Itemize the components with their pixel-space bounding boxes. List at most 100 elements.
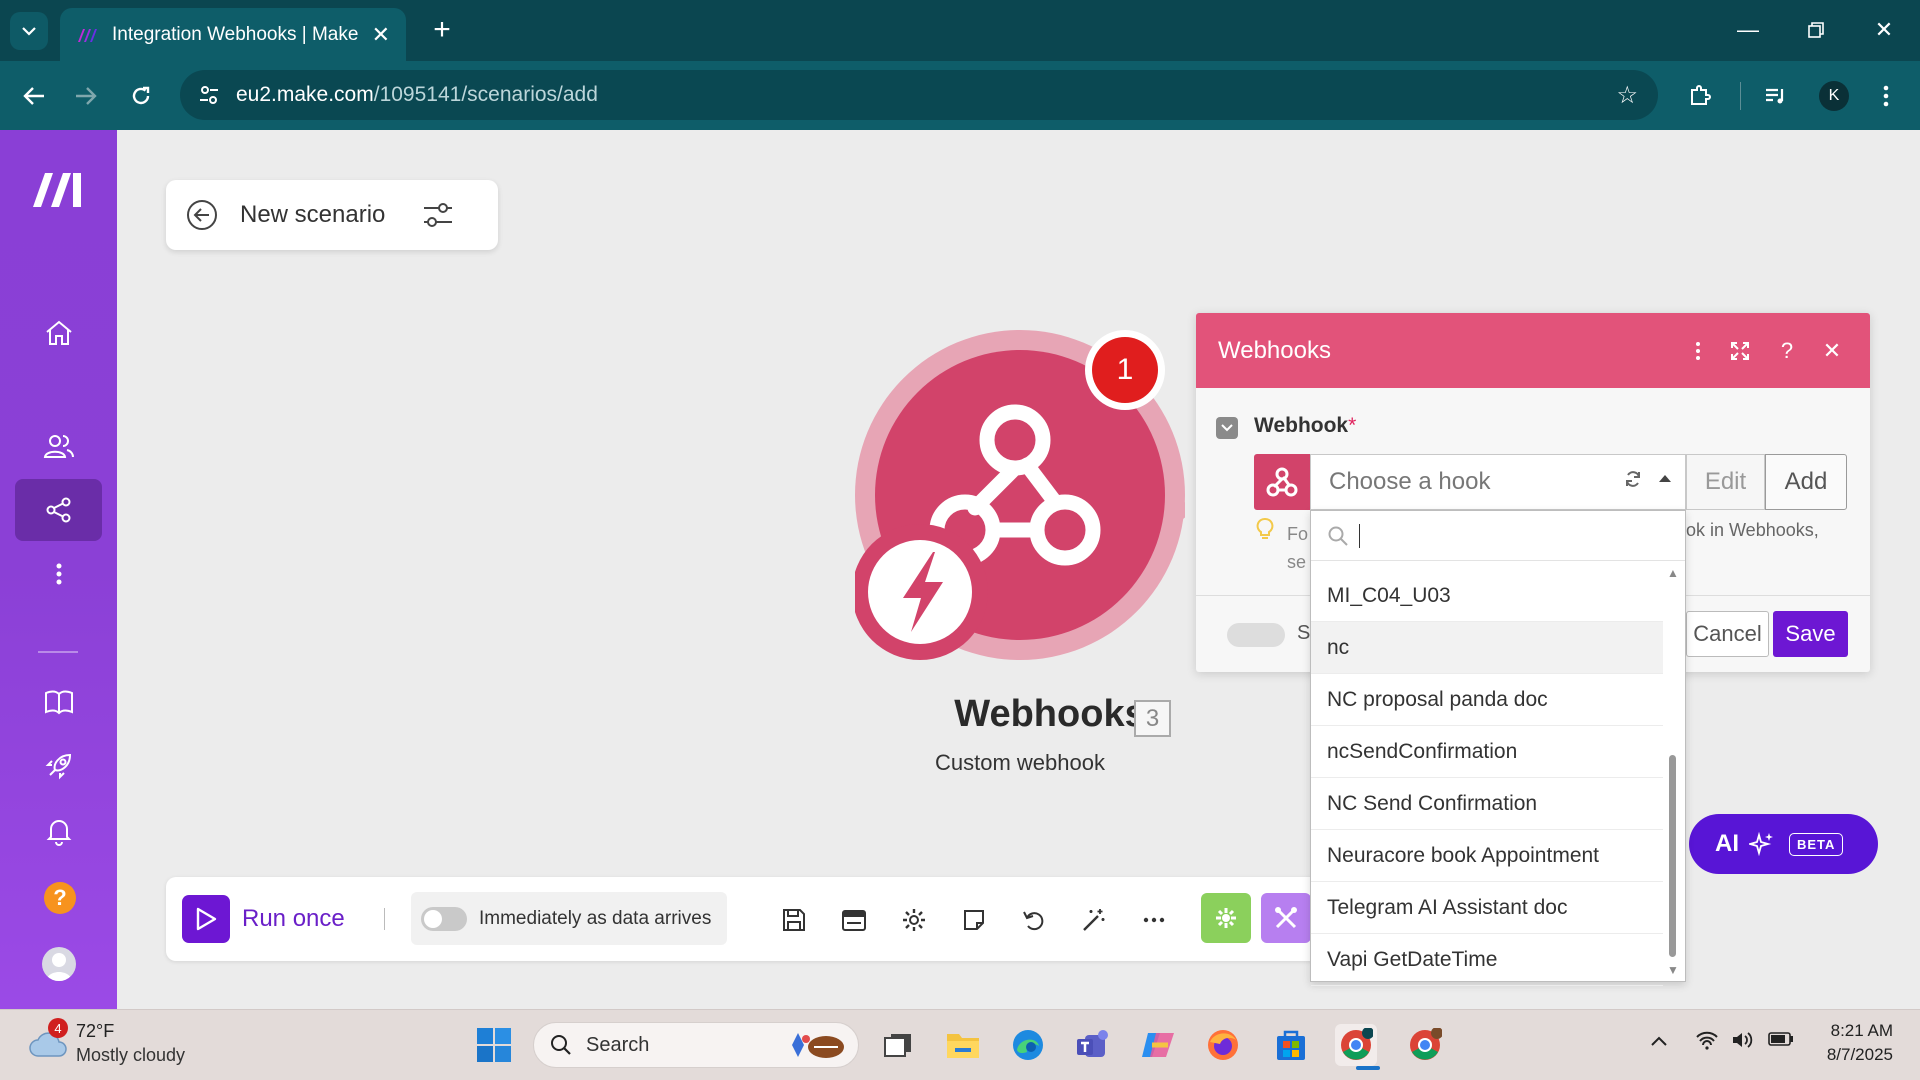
cancel-button[interactable]: Cancel [1686,611,1769,657]
scroll-down-icon[interactable]: ▼ [1667,963,1679,977]
run-once-button[interactable]: Run once [182,894,345,944]
hint-text-left: Fo se [1287,520,1308,576]
help-icon[interactable]: ? [44,882,76,914]
sidebar-item-home[interactable] [15,302,102,364]
site-settings-icon[interactable] [198,84,220,106]
volume-icon[interactable] [1731,1030,1755,1056]
restore-button[interactable] [1796,12,1836,48]
scenario-settings-button[interactable] [894,900,934,940]
file-explorer-icon[interactable] [942,1024,984,1066]
hook-select-placeholder: Choose a hook [1329,468,1491,495]
clock-time[interactable]: 8:21 AM [1823,1021,1893,1041]
weather-temperature[interactable]: 72°F [76,1021,114,1042]
scroll-up-icon[interactable]: ▲ [1667,566,1679,580]
module-id: 3 [1134,700,1171,737]
chrome-profile-j-icon[interactable] [1404,1024,1446,1066]
address-bar[interactable]: eu2.make.com/1095141/scenarios/add ☆ [180,70,1658,120]
sidebar-item-whats-new[interactable] [15,735,102,797]
hook-search-input[interactable] [1311,511,1685,561]
refresh-icon[interactable] [1623,469,1643,489]
hook-option[interactable]: MI_C04_U03 [1311,570,1663,622]
sidebar-item-scenarios[interactable] [15,479,102,541]
expand-icon[interactable] [1722,333,1758,369]
dropdown-scrollbar-thumb[interactable] [1669,755,1676,957]
tools-button[interactable] [1201,893,1251,943]
task-view-icon[interactable] [877,1024,919,1066]
back-button[interactable] [14,76,54,116]
hook-option[interactable]: Neuracore book Appointment [1311,830,1663,882]
sidebar-item-notifications[interactable] [15,800,102,862]
text-caret [1359,523,1360,548]
forward-button[interactable] [66,76,106,116]
sidebar-divider [38,651,78,653]
undo-icon [1023,911,1044,931]
windows-start-icon[interactable] [476,1027,512,1063]
microsoft-store-icon[interactable] [1270,1024,1312,1066]
firefox-icon[interactable] [1202,1024,1244,1066]
chrome-profile-k-icon[interactable] [1335,1024,1377,1066]
edge-browser-icon[interactable] [1007,1024,1049,1066]
close-window-button[interactable]: ✕ [1864,12,1904,48]
save-button[interactable]: Save [1773,611,1848,657]
more-options-button[interactable] [1134,900,1174,940]
weather-description[interactable]: Mostly cloudy [76,1045,185,1066]
more-horizontal-icon [1143,917,1165,923]
panel-menu-icon[interactable] [1680,333,1716,369]
taskbar-search-label: Search [586,1033,650,1056]
new-tab-button[interactable]: + [424,12,460,48]
scenario-title[interactable]: New scenario [240,201,385,229]
minimize-button[interactable]: — [1728,12,1768,48]
hook-option[interactable]: nc [1311,622,1663,674]
scenario-settings-icon[interactable] [421,198,455,232]
wifi-icon[interactable] [1695,1030,1719,1056]
bookmark-star-icon[interactable]: ☆ [1616,81,1638,110]
show-hidden-icons-chevron-icon[interactable] [1650,1030,1668,1053]
tab-list-button[interactable] [10,12,48,50]
profile-avatar[interactable]: K [1819,81,1849,111]
edit-hook-button[interactable]: Edit [1686,454,1765,510]
hook-option[interactable]: NC proposal panda doc [1311,674,1663,726]
help-question-icon[interactable]: ? [1769,333,1805,369]
user-avatar[interactable] [42,947,76,981]
schedule-label: Immediately as data arrives [479,907,712,929]
sidebar-item-more[interactable] [15,543,102,605]
caret-up-icon[interactable] [1657,469,1673,489]
sidebar-item-docs[interactable] [15,671,102,733]
teams-icon[interactable] [1072,1024,1114,1066]
scheduling-button[interactable] [834,900,874,940]
browser-menu-button[interactable] [1866,76,1906,116]
auto-align-button[interactable] [1074,900,1114,940]
copilot-icon[interactable] [1137,1024,1179,1066]
hook-option[interactable]: ncSendConfirmation [1311,726,1663,778]
make-logo-icon [32,173,81,207]
flow-control-button[interactable] [1261,893,1311,943]
add-hook-button[interactable]: Add [1765,454,1847,510]
schedule-setting[interactable]: Immediately as data arrives [411,892,727,945]
hook-option[interactable]: Telegram AI Assistant doc [1311,882,1663,934]
hook-option[interactable]: Vapi GetDateTime [1311,934,1663,986]
clock-date[interactable]: 8/7/2025 [1813,1045,1893,1065]
url-path: /1095141/scenarios/add [373,83,598,106]
battery-icon[interactable] [1768,1030,1794,1053]
media-button[interactable] [1756,76,1796,116]
browser-tab-active[interactable]: Integration Webhooks | Make ✕ [60,8,406,61]
save-scenario-button[interactable] [774,900,814,940]
make-favicon-icon [78,28,97,42]
share-nodes-icon [46,497,70,523]
advanced-settings-toggle[interactable] [1227,623,1285,647]
taskbar-search[interactable]: Search [533,1022,859,1068]
close-panel-icon[interactable]: ✕ [1814,333,1850,369]
sidebar-item-team[interactable] [15,415,102,477]
hook-option[interactable]: NC Send Confirmation [1311,778,1663,830]
make-logo[interactable] [15,158,102,220]
back-circle-icon[interactable] [186,199,218,231]
ai-assistant-button[interactable]: AI BETA [1689,814,1878,874]
close-tab-icon[interactable]: ✕ [372,22,390,48]
hook-select[interactable]: Choose a hook [1310,454,1686,510]
extensions-button[interactable] [1680,76,1720,116]
schedule-toggle[interactable] [421,906,467,931]
collapse-checkbox-icon[interactable] [1216,417,1238,439]
reload-button[interactable] [121,76,161,116]
notes-button[interactable] [954,900,994,940]
undo-button[interactable] [1014,900,1054,940]
